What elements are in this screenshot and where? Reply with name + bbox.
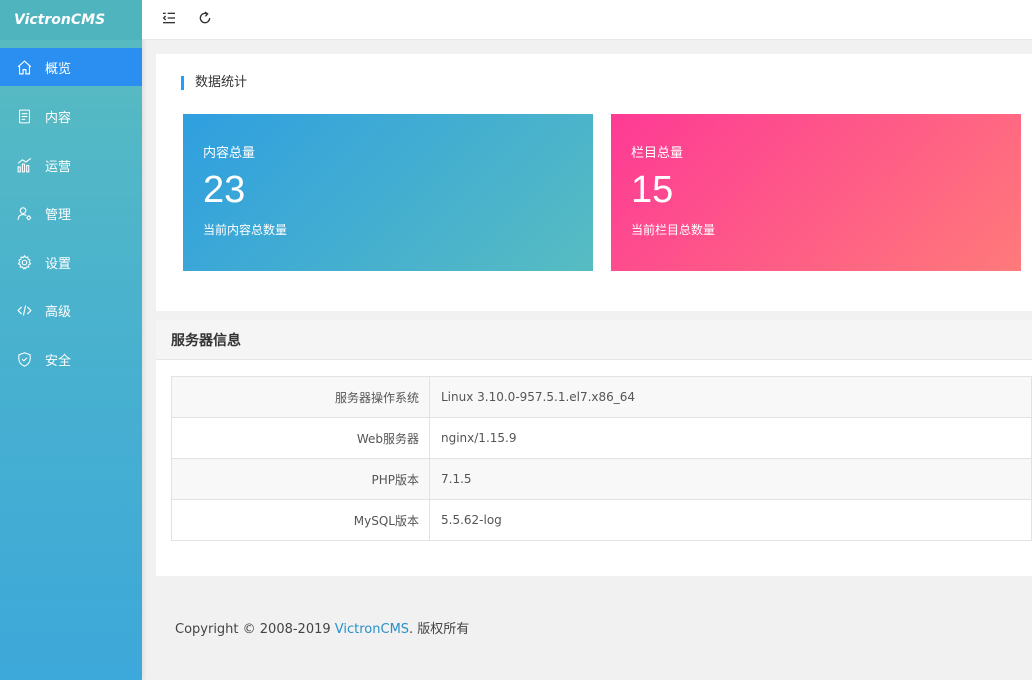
stat-value: 15	[631, 169, 674, 211]
menu-collapse-icon	[161, 10, 177, 30]
stat-label: 内容总量	[203, 146, 256, 161]
menu-collapse-button[interactable]	[158, 9, 180, 31]
sidebar-item-operation[interactable]: 运营	[0, 146, 142, 184]
server-info-card: 服务器信息 服务器操作系统 Linux 3.10.0-957.5.1.el7.x…	[156, 320, 1032, 576]
table-key-cell: PHP版本	[171, 458, 430, 500]
stat-description: 当前栏目总数量	[631, 223, 716, 237]
sidebar-item-advanced[interactable]: 高级	[0, 291, 142, 329]
stat-value: 23	[203, 169, 246, 211]
table-row: Web服务器 nginx/1.15.9	[171, 417, 1032, 459]
sidebar-item-settings[interactable]: 设置	[0, 243, 142, 281]
user-admin-icon	[15, 204, 33, 222]
sidebar-item-label: 管理	[45, 207, 72, 223]
sidebar-item-label: 内容	[45, 110, 72, 126]
sidebar-item-overview[interactable]: 概览	[0, 48, 142, 86]
document-icon	[15, 107, 33, 125]
shield-icon	[15, 350, 33, 368]
sidebar-item-label: 运营	[45, 159, 72, 175]
sidebar-item-label: 安全	[45, 353, 72, 369]
gear-icon	[15, 253, 33, 271]
home-icon	[15, 58, 33, 76]
stats-section-title: 数据统计	[181, 76, 247, 90]
sidebar-item-label: 设置	[45, 256, 72, 272]
content-total-tile[interactable]: 内容总量 23 当前内容总数量	[183, 114, 593, 271]
sidebar-item-label: 概览	[45, 61, 72, 77]
brand-logo[interactable]: VictronCMS v1.0	[0, 0, 142, 68]
table-row: MySQL版本 5.5.62-log	[171, 499, 1032, 541]
footer-brand-link[interactable]: VictronCMS	[335, 622, 409, 637]
category-total-tile[interactable]: 栏目总量 15 当前栏目总数量	[611, 114, 1021, 271]
table-key-cell: 服务器操作系统	[171, 376, 430, 418]
sidebar: VictronCMS v1.0 概览 内容 运营 管理 设置 高级	[0, 0, 142, 680]
table-row: PHP版本 7.1.5	[171, 458, 1032, 500]
table-row: 服务器操作系统 Linux 3.10.0-957.5.1.el7.x86_64	[171, 376, 1032, 418]
code-icon	[15, 301, 33, 319]
sidebar-item-manage[interactable]: 管理	[0, 194, 142, 232]
bar-chart-icon	[15, 156, 33, 174]
table-value-cell: 5.5.62-log	[429, 499, 1032, 541]
sidebar-item-label: 高级	[45, 304, 72, 320]
table-value-cell: 7.1.5	[429, 458, 1032, 500]
stat-description: 当前内容总数量	[203, 223, 288, 237]
table-key-cell: MySQL版本	[171, 499, 430, 541]
table-value-cell: Linux 3.10.0-957.5.1.el7.x86_64	[429, 376, 1032, 418]
stat-label: 栏目总量	[631, 146, 684, 161]
refresh-button[interactable]	[194, 9, 216, 31]
stats-card: 数据统计 内容总量 23 当前内容总数量 栏目总量 15 当前栏目总数量	[156, 54, 1032, 311]
table-key-cell: Web服务器	[171, 417, 430, 459]
table-value-cell: nginx/1.15.9	[429, 417, 1032, 459]
sidebar-item-security[interactable]: 安全	[0, 340, 142, 378]
server-info-title: 服务器信息	[156, 320, 1032, 360]
refresh-icon	[197, 10, 213, 30]
copyright-text: Copyright © 2008-2019	[175, 622, 335, 637]
top-bar	[142, 0, 1032, 40]
server-info-table: 服务器操作系统 Linux 3.10.0-957.5.1.el7.x86_64 …	[171, 376, 1032, 541]
sidebar-item-content[interactable]: 内容	[0, 97, 142, 135]
footer: Copyright © 2008-2019 VictronCMS. 版权所有	[175, 618, 469, 637]
copyright-suffix: . 版权所有	[409, 622, 470, 637]
